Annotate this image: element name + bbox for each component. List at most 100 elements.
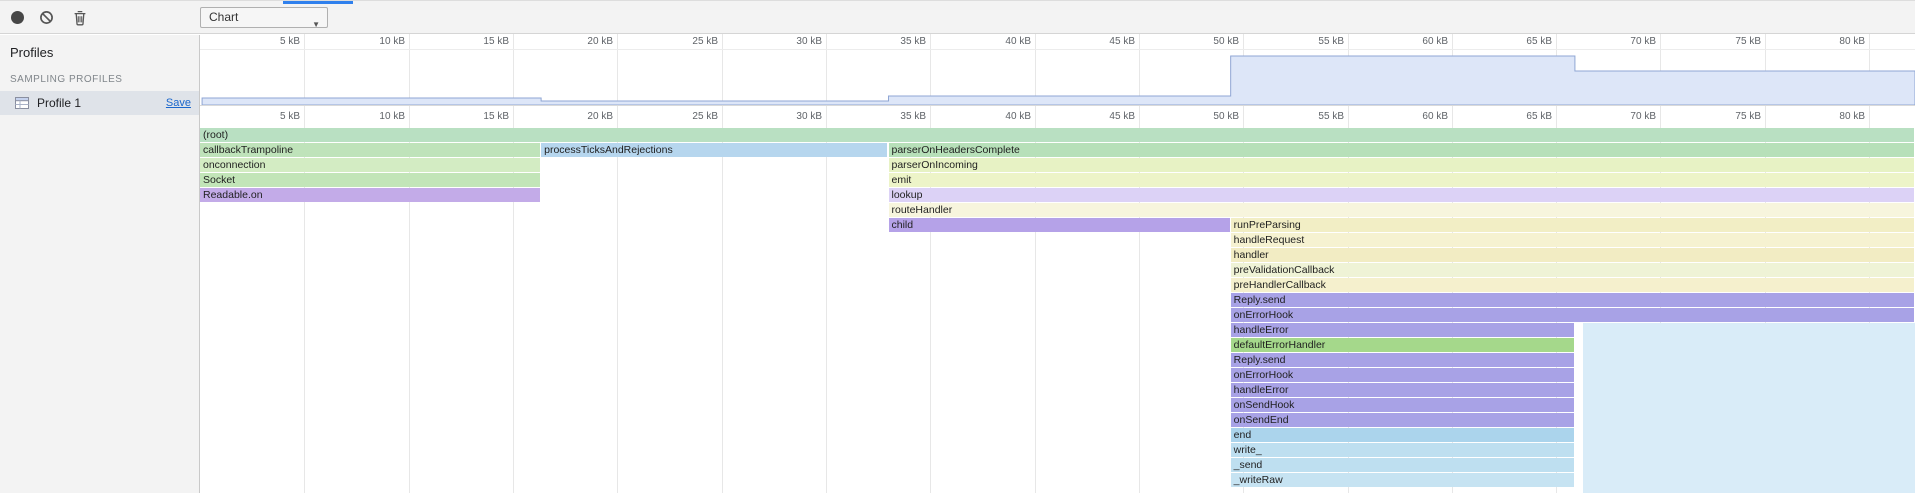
ruler-tick-label: 70 kB: [1576, 111, 1656, 122]
flame-row: callbackTrampolineprocessTicksAndRejecti…: [200, 143, 1915, 158]
ruler-tick-label: 15 kB: [429, 111, 509, 122]
ruler-tick-label: 30 kB: [742, 111, 822, 122]
flame-bar[interactable]: emit: [889, 173, 1914, 187]
overview-area-chart: [200, 50, 1915, 105]
flame-bar[interactable]: Reply.send: [1231, 293, 1914, 307]
flame-bar[interactable]: handleError: [1231, 323, 1574, 337]
flame-bar[interactable]: runPreParsing: [1231, 218, 1914, 232]
flame-bar[interactable]: onSendHook: [1231, 398, 1574, 412]
record-button[interactable]: [3, 1, 31, 34]
flame-row: handleRequest: [200, 233, 1915, 248]
flame-row: childrunPreParsing: [200, 218, 1915, 233]
flame-ruler: 5 kB 10 kB 15 kB 20 kB 25 kB 30 kB 35 kB 40 kB 4…: [200, 105, 1915, 127]
flame-row: routeHandler: [200, 203, 1915, 218]
flame-chart-area: 5 kB 10 kB 15 kB 20 kB 25 kB 30 kB 35 kB 40 kB 4…: [200, 34, 1915, 493]
trash-icon: [72, 9, 88, 26]
profile-icon: [14, 95, 30, 111]
clear-profiles-button[interactable]: [32, 1, 60, 34]
ruler-tick-label: 60 kB: [1368, 36, 1448, 47]
flame-bar[interactable]: Reply.send: [1231, 353, 1574, 367]
flame-bar[interactable]: onconnection: [200, 158, 540, 172]
flame-bar[interactable]: onErrorHook: [1231, 368, 1574, 382]
ruler-tick-label: 80 kB: [1785, 111, 1865, 122]
ruler-tick-label: 40 kB: [951, 111, 1031, 122]
ruler-tick-label: 50 kB: [1159, 111, 1239, 122]
flame-bar[interactable]: (root): [200, 128, 1914, 142]
flame-bar[interactable]: preHandlerCallback: [1231, 278, 1914, 292]
ruler-tick-label: 50 kB: [1159, 36, 1239, 47]
flame-bar[interactable]: write_: [1231, 443, 1574, 457]
save-link[interactable]: Save: [166, 97, 191, 109]
ruler-tick-label: 75 kB: [1681, 111, 1761, 122]
flame-row: preValidationCallback: [200, 263, 1915, 278]
flame-bar[interactable]: Socket: [200, 173, 540, 187]
ruler-tick-label: 55 kB: [1264, 111, 1344, 122]
profile-name: Profile 1: [37, 96, 166, 110]
ruler-tick-label: 40 kB: [951, 36, 1031, 47]
ruler-tick-label: 10 kB: [325, 111, 405, 122]
ruler-tick-label: 5 kB: [220, 111, 300, 122]
view-mode-value: Chart: [209, 10, 238, 24]
flame-bar[interactable]: _writeRaw: [1231, 473, 1574, 487]
ruler-tick-label: 65 kB: [1472, 36, 1552, 47]
flame-row: preHandlerCallback: [200, 278, 1915, 293]
ruler-tick-label: 30 kB: [742, 36, 822, 47]
ruler-tick-label: 20 kB: [533, 111, 613, 122]
flame-bar[interactable]: onSendEnd: [1231, 413, 1574, 427]
toolbar: Chart ▼: [0, 1, 1915, 34]
ruler-tick-label: 70 kB: [1576, 36, 1656, 47]
record-icon: [11, 11, 24, 24]
ruler-tick-label: 65 kB: [1472, 111, 1552, 122]
ruler-tick-label: 80 kB: [1785, 36, 1865, 47]
active-tab-indicator: [283, 1, 353, 4]
delete-profile-button[interactable]: [66, 1, 94, 34]
flame-row: handler: [200, 248, 1915, 263]
profile-item[interactable]: Profile 1 Save: [0, 91, 199, 115]
ruler-tick-label: 55 kB: [1264, 36, 1344, 47]
ruler-tick-label: 10 kB: [325, 36, 405, 47]
ruler-tick-label: 25 kB: [638, 111, 718, 122]
flame-row: Readable.on lookup: [200, 188, 1915, 203]
clear-icon: [39, 10, 54, 25]
flame-row: onconnection parserOnIncoming: [200, 158, 1915, 173]
ruler-tick-label: 20 kB: [533, 36, 613, 47]
chevron-down-icon: ▼: [312, 15, 320, 34]
flame-row: Reply.send: [200, 293, 1915, 308]
ruler-tick-label: 35 kB: [846, 111, 926, 122]
ruler-tick-label: 45 kB: [1055, 111, 1135, 122]
ruler-tick-label: 15 kB: [429, 36, 509, 47]
memory-overview-timeline[interactable]: [200, 50, 1915, 105]
heap-profiler-panel: Chart ▼ Profiles SAMPLING PROFILES Profi…: [0, 0, 1915, 493]
ruler-tick-label: 35 kB: [846, 36, 926, 47]
flame-bar[interactable]: parserOnHeadersComplete: [889, 143, 1914, 157]
ruler-tick-label: 45 kB: [1055, 36, 1135, 47]
flame-rows: (root)callbackTrampolineprocessTicksAndR…: [200, 128, 1915, 493]
flame-bar[interactable]: child: [889, 218, 1230, 232]
flame-bar[interactable]: onErrorHook: [1231, 308, 1914, 322]
flame-row: (root): [200, 128, 1915, 143]
flame-bar[interactable]: handleError: [1231, 383, 1574, 397]
sidebar: Profiles SAMPLING PROFILES Profile 1 Sav…: [0, 35, 200, 493]
sampling-profiles-header: SAMPLING PROFILES: [0, 70, 199, 91]
overview-ruler: 5 kB 10 kB 15 kB 20 kB 25 kB 30 kB 35 kB 40 kB 4…: [200, 34, 1915, 50]
flame-bar[interactable]: end: [1231, 428, 1574, 442]
flame-row: Socket emit: [200, 173, 1915, 188]
flame-bar[interactable]: defaultErrorHandler: [1231, 338, 1574, 352]
ruler-tick-label: 5 kB: [220, 36, 300, 47]
adjacent-callstack-region[interactable]: [1583, 323, 1915, 493]
flame-row: onErrorHook: [200, 308, 1915, 323]
ruler-tick-label: 60 kB: [1368, 111, 1448, 122]
ruler-tick-label: 75 kB: [1681, 36, 1761, 47]
flame-bar[interactable]: parserOnIncoming: [889, 158, 1914, 172]
flame-bar[interactable]: handleRequest: [1231, 233, 1914, 247]
flame-bar[interactable]: _send: [1231, 458, 1574, 472]
flame-bar[interactable]: callbackTrampoline: [200, 143, 540, 157]
flame-bar[interactable]: Readable.on: [200, 188, 540, 202]
flame-bar[interactable]: routeHandler: [889, 203, 1914, 217]
flame-bar[interactable]: lookup: [889, 188, 1914, 202]
view-mode-select[interactable]: Chart ▼: [200, 7, 328, 28]
flame-bar[interactable]: preValidationCallback: [1231, 263, 1914, 277]
flame-bar[interactable]: processTicksAndRejections: [541, 143, 887, 157]
flame-bar[interactable]: handler: [1231, 248, 1914, 262]
ruler-tick-label: 25 kB: [638, 36, 718, 47]
